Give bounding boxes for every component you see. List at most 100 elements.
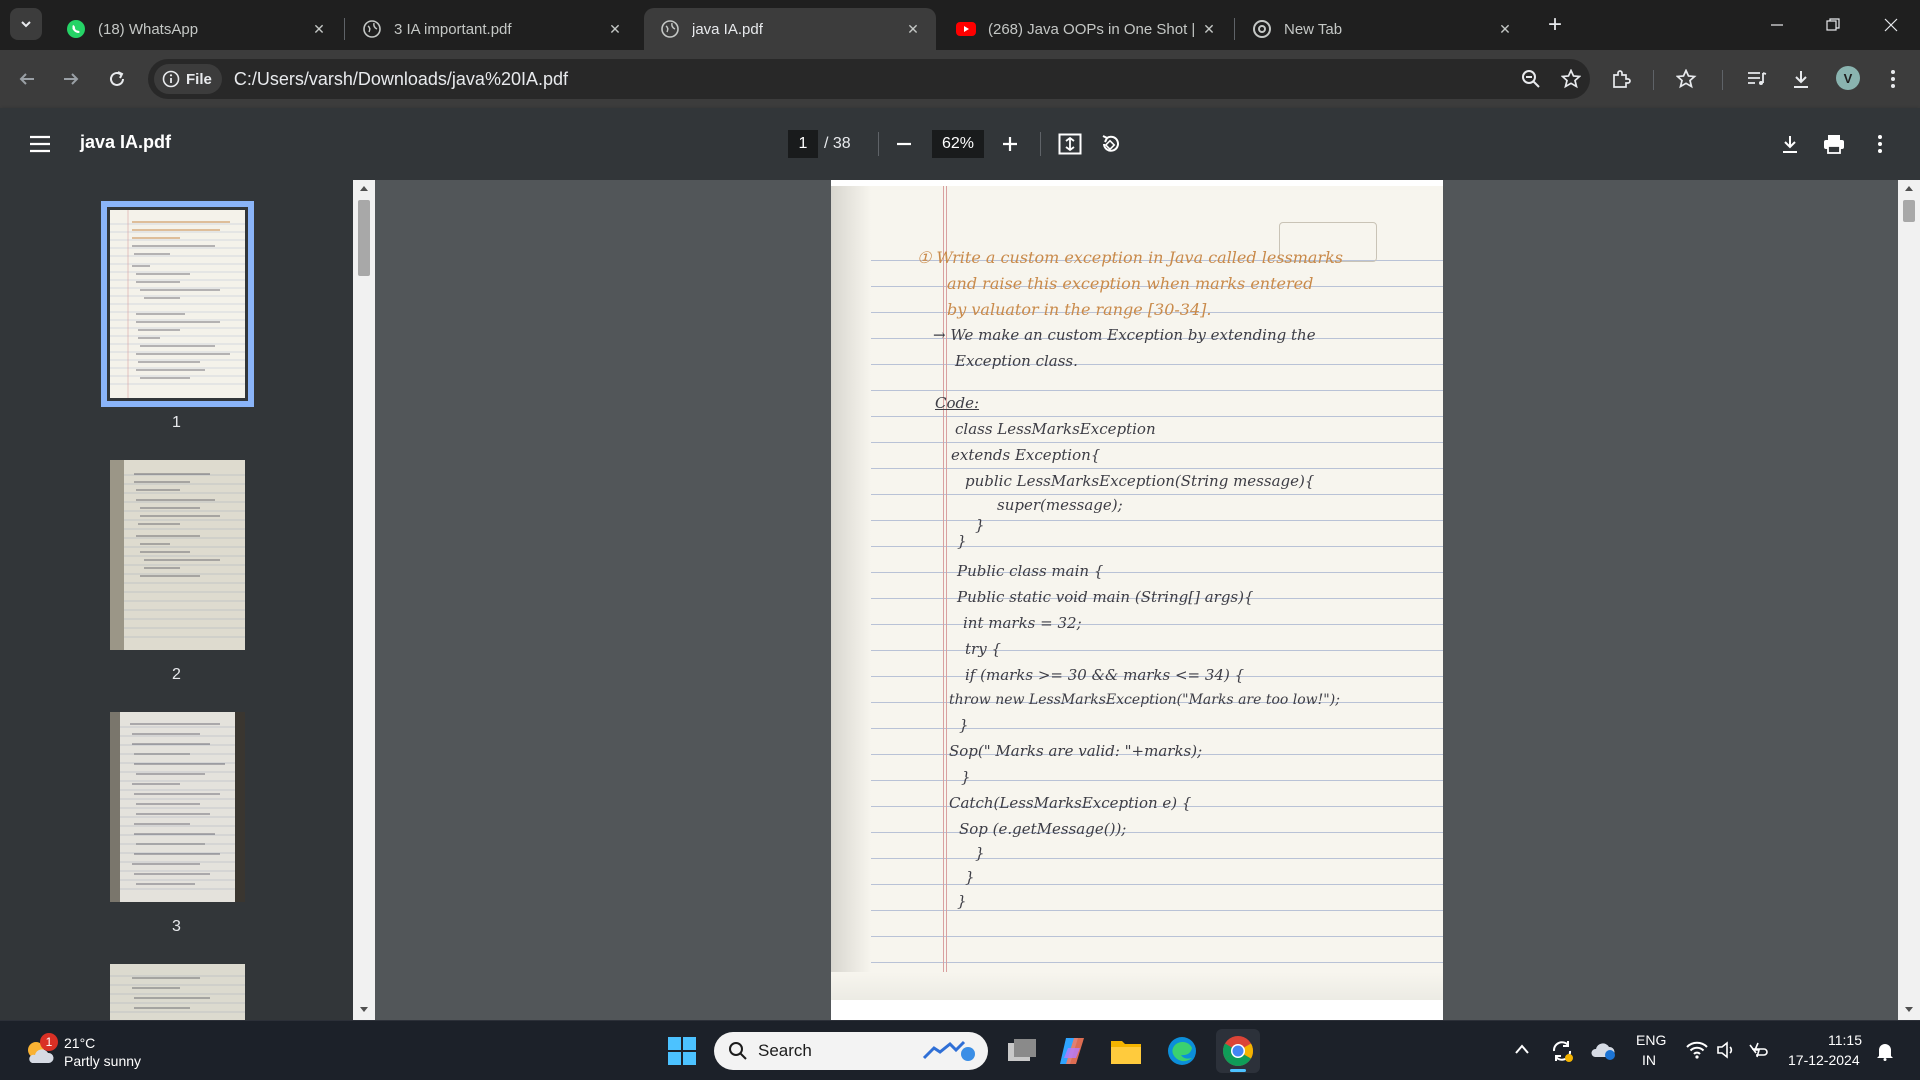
viewer-scrollbar-thumb[interactable] — [1903, 200, 1915, 222]
sidebar-toggle-button[interactable] — [22, 126, 58, 162]
viewer-scrollbar[interactable] — [1898, 180, 1920, 1020]
tab-new-tab[interactable]: New Tab ✕ — [1236, 8, 1528, 50]
page-thumbnail-4[interactable] — [110, 964, 245, 1020]
new-tab-button[interactable]: + — [1540, 10, 1570, 40]
extensions-button[interactable] — [1606, 64, 1636, 94]
zoom-level-input[interactable]: 62% — [932, 130, 984, 158]
sidebar-scrollbar[interactable] — [353, 180, 375, 1020]
close-icon[interactable]: ✕ — [1200, 20, 1218, 38]
cloud-onedrive-icon[interactable] — [1590, 1041, 1616, 1061]
chrome-taskbar-button[interactable] — [1216, 1029, 1260, 1073]
thumbnail-label: 2 — [172, 666, 181, 683]
close-icon[interactable]: ✕ — [904, 20, 922, 38]
language-top[interactable]: ENG — [1636, 1032, 1666, 1048]
arrow-left-icon — [19, 73, 34, 85]
page-thumbnail-3[interactable] — [110, 712, 245, 902]
wifi-icon[interactable] — [1686, 1041, 1708, 1059]
code-line: } — [957, 532, 967, 550]
rotate-button[interactable] — [1092, 126, 1128, 162]
profile-avatar[interactable]: V — [1836, 66, 1860, 90]
tab-youtube[interactable]: (268) Java OOPs in One Shot | C ✕ — [940, 8, 1232, 50]
volume-icon[interactable] — [1716, 1041, 1738, 1059]
toolbar-separator — [1653, 70, 1654, 90]
print-button[interactable] — [1816, 126, 1852, 162]
site-info-chip[interactable]: File — [154, 64, 222, 94]
close-icon[interactable]: ✕ — [1496, 20, 1514, 38]
sync-icon[interactable] — [1550, 1039, 1574, 1063]
downloads-button[interactable] — [1786, 64, 1816, 94]
reload-icon — [110, 71, 124, 86]
language-bottom[interactable]: IN — [1642, 1052, 1656, 1068]
sidebar-scrollbar-thumb[interactable] — [358, 200, 370, 276]
site-chip-label: File — [186, 70, 212, 88]
puzzle-icon — [1613, 70, 1631, 88]
code-line: Public class main { — [957, 562, 1104, 580]
folder-icon — [1111, 1041, 1141, 1064]
battery-charging-icon[interactable] — [1746, 1041, 1770, 1059]
taskbar-search[interactable]: Search — [714, 1032, 988, 1070]
zoom-out-magnifier-icon — [1522, 70, 1540, 88]
media-controls-button[interactable] — [1742, 64, 1772, 94]
browser-menu-button[interactable] — [1878, 64, 1908, 94]
page-number-input[interactable]: 1 — [788, 130, 818, 158]
close-icon[interactable]: ✕ — [310, 20, 328, 38]
back-button[interactable] — [12, 64, 42, 94]
rotate-icon — [1102, 135, 1119, 152]
code-line: Sop (e.getMessage()); — [959, 820, 1127, 838]
edge-button[interactable] — [1160, 1029, 1204, 1073]
tab-search-button[interactable] — [10, 8, 42, 40]
reload-button[interactable] — [102, 64, 132, 94]
tab-ia-important[interactable]: 3 IA important.pdf ✕ — [346, 8, 638, 50]
pdf-more-actions-button[interactable] — [1862, 126, 1898, 162]
minus-icon — [897, 142, 911, 146]
restore-button[interactable] — [1808, 0, 1858, 50]
chevron-up-icon[interactable] — [1514, 1043, 1530, 1055]
thumbnail-page-image — [110, 712, 245, 902]
file-explorer-button[interactable] — [1104, 1029, 1148, 1073]
tab-title: 3 IA important.pdf — [394, 20, 512, 38]
tab-separator — [1234, 18, 1235, 40]
zoom-indicator-button[interactable] — [1516, 64, 1546, 94]
ruled-line — [831, 858, 1443, 859]
zoom-out-button[interactable] — [886, 126, 922, 162]
code-line: } — [975, 516, 985, 534]
close-icon[interactable]: ✕ — [606, 20, 624, 38]
notification-bell-icon[interactable] — [1876, 1041, 1894, 1061]
fit-to-page-button[interactable] — [1052, 126, 1088, 162]
ruled-line — [831, 650, 1443, 651]
search-icon — [729, 1042, 747, 1060]
weather-temp: 21°C — [64, 1035, 96, 1051]
close-window-button[interactable] — [1866, 0, 1916, 50]
url-text[interactable]: C:/Users/varsh/Downloads/java%20IA.pdf — [234, 69, 568, 90]
copilot-icon — [1060, 1038, 1084, 1064]
chrome-icon — [1222, 1036, 1254, 1067]
ruled-line — [831, 416, 1443, 417]
globe-icon — [660, 19, 680, 39]
tab-whatsapp[interactable]: (18) WhatsApp ✕ — [50, 8, 342, 50]
code-line: } — [975, 844, 985, 862]
task-view-button[interactable] — [1000, 1029, 1044, 1073]
copilot-button[interactable] — [1050, 1029, 1094, 1073]
ruled-line — [831, 624, 1443, 625]
code-heading: Code: — [935, 394, 980, 412]
start-button[interactable] — [660, 1029, 704, 1073]
ruled-line — [831, 910, 1443, 911]
forward-button[interactable] — [56, 64, 86, 94]
weather-widget[interactable]: 1 21°C Partly sunny — [20, 1033, 170, 1073]
address-bar[interactable]: File C:/Users/varsh/Downloads/java%20IA.… — [148, 59, 1590, 99]
youtube-icon — [956, 19, 976, 39]
tab-java-ia[interactable]: java IA.pdf ✕ — [644, 8, 936, 50]
code-line: super(message); — [997, 496, 1123, 514]
ruled-line — [831, 832, 1443, 833]
clock-time[interactable]: 11:15 — [1828, 1032, 1862, 1048]
page-thumbnail-1[interactable] — [101, 201, 254, 407]
page-thumbnail-2[interactable] — [110, 460, 245, 650]
bookmark-star-button[interactable] — [1556, 64, 1586, 94]
download-pdf-button[interactable] — [1772, 126, 1808, 162]
favorites-button[interactable] — [1672, 64, 1702, 94]
ruled-line — [831, 728, 1443, 729]
zoom-in-button[interactable] — [992, 126, 1028, 162]
clock-date[interactable]: 17-12-2024 — [1788, 1052, 1860, 1068]
pdf-viewport[interactable]: ① Write a custom exception in Java calle… — [375, 180, 1898, 1020]
minimize-button[interactable] — [1752, 0, 1802, 50]
